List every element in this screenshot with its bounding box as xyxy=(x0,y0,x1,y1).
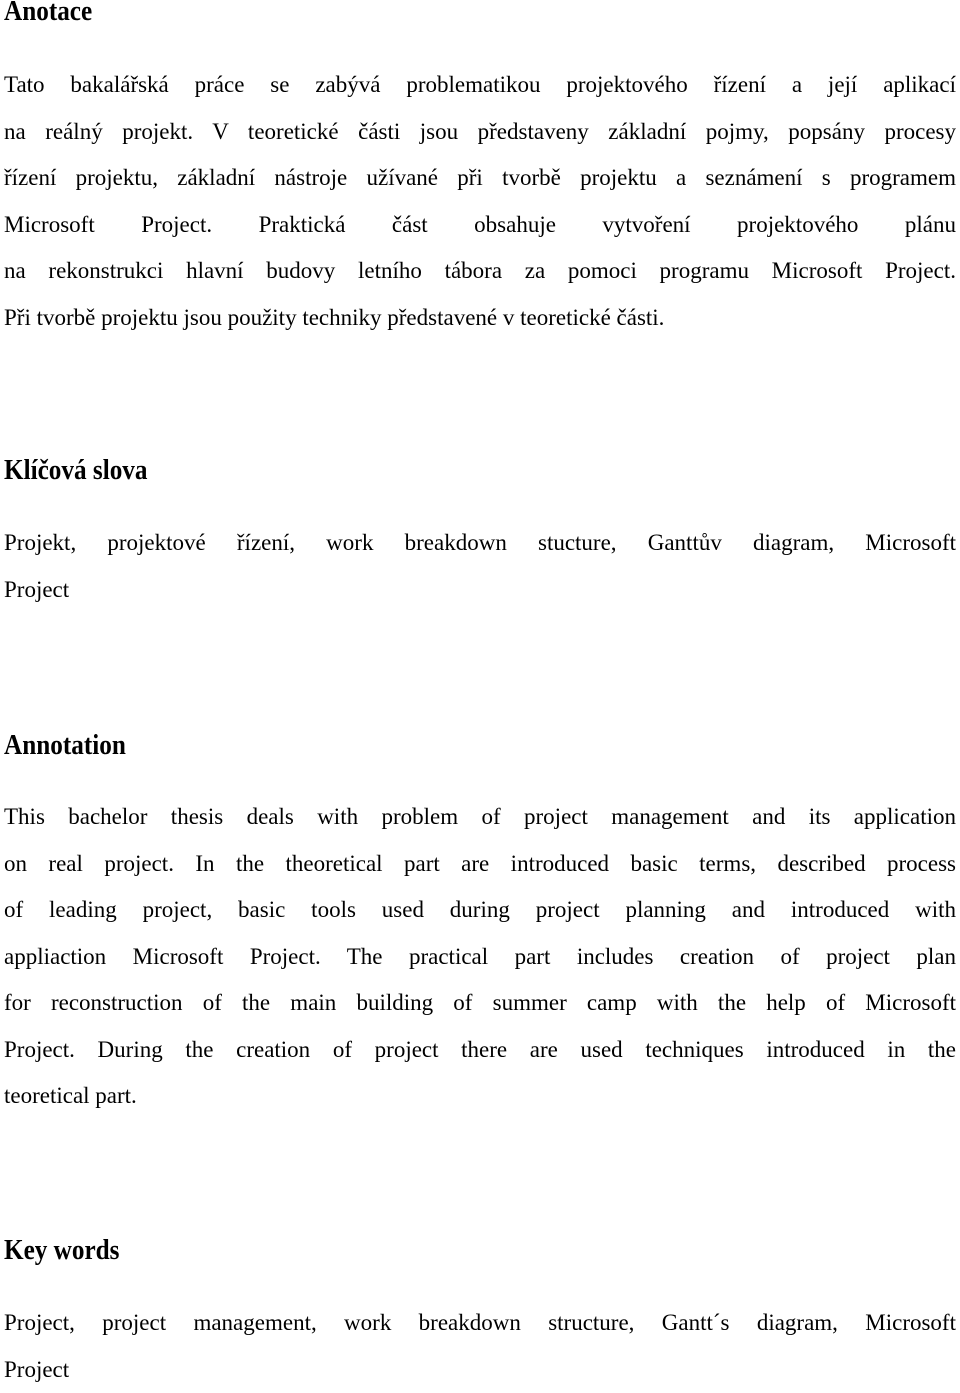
text-line: for reconstruction of the main building … xyxy=(4,980,956,1027)
text-line: Při tvorbě projektu jsou použity technik… xyxy=(4,295,956,342)
heading-key-words: Key words xyxy=(4,1237,119,1265)
text-line: Project, project management, work breakd… xyxy=(4,1300,956,1347)
text-line: on real project. In the theoretical part… xyxy=(4,841,956,888)
paragraph-key-words: Project, project management, work breakd… xyxy=(4,1300,956,1393)
text-line: Microsoft Project. Praktická část obsahu… xyxy=(4,202,956,249)
text-line: Project xyxy=(4,1347,956,1393)
paragraph-klicova-slova: Projekt, projektové řízení, work breakdo… xyxy=(4,520,956,613)
text-line: teoretical part. xyxy=(4,1073,956,1120)
heading-anotace: Anotace xyxy=(4,0,92,26)
text-line: Tato bakalářská práce se zabývá problema… xyxy=(4,62,956,109)
text-line: appliaction Microsoft Project. The pract… xyxy=(4,934,956,981)
text-line: of leading project, basic tools used dur… xyxy=(4,887,956,934)
text-line: Project. During the creation of project … xyxy=(4,1027,956,1074)
text-line: na rekonstrukci hlavní budovy letního tá… xyxy=(4,248,956,295)
text-line: Projekt, projektové řízení, work breakdo… xyxy=(4,520,956,567)
paragraph-anotace: Tato bakalářská práce se zabývá problema… xyxy=(4,62,956,341)
text-line: This bachelor thesis deals with problem … xyxy=(4,794,956,841)
text-line: Project xyxy=(4,567,956,614)
text-line: na reálný projekt. V teoretické části js… xyxy=(4,109,956,156)
paragraph-annotation: This bachelor thesis deals with problem … xyxy=(4,794,956,1120)
heading-annotation: Annotation xyxy=(4,732,126,760)
text-line: řízení projektu, základní nástroje užíva… xyxy=(4,155,956,202)
heading-klicova-slova: Klíčová slova xyxy=(4,457,148,485)
